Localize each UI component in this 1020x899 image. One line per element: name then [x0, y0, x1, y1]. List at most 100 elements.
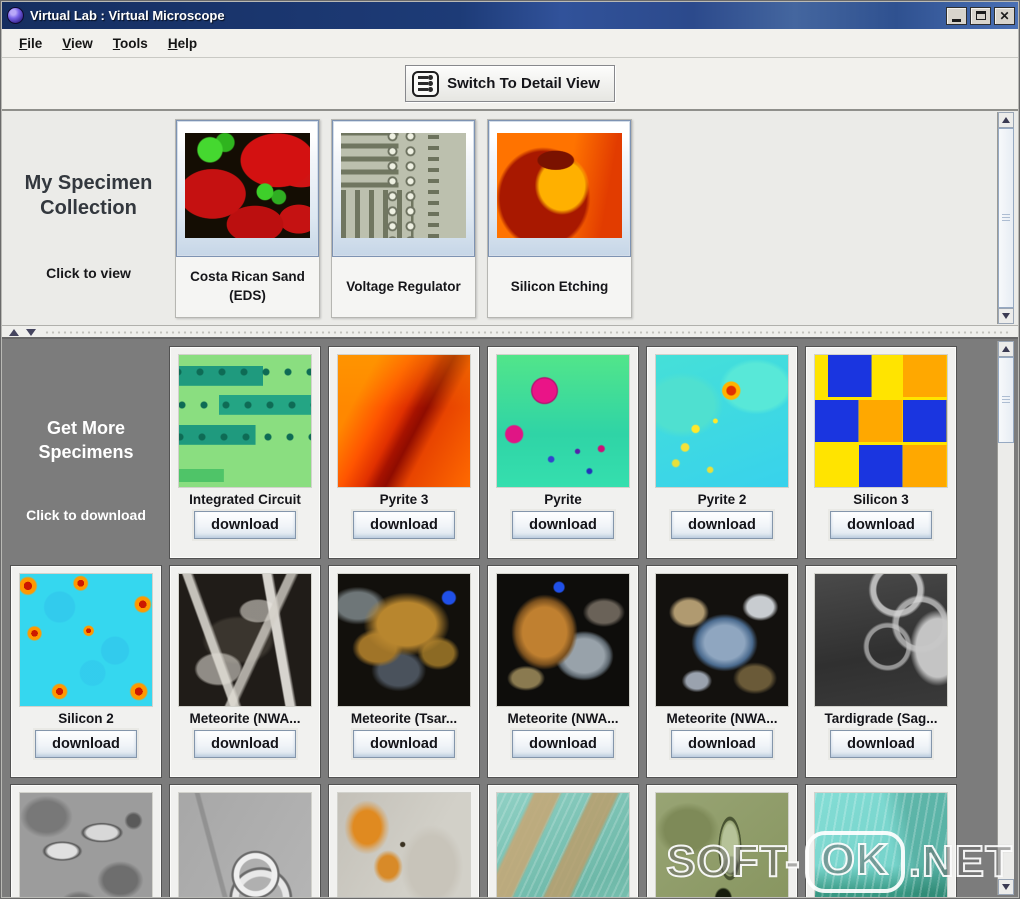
minimize-icon: [952, 18, 961, 22]
scroll-up-button[interactable]: [998, 341, 1014, 357]
divider-texture: [44, 330, 1012, 335]
download-button[interactable]: download: [512, 730, 614, 758]
meteorite-nwa1-image: [178, 573, 312, 707]
specimen-image-button[interactable]: [488, 120, 631, 257]
download-card: Silicon 2 download: [10, 565, 162, 778]
specimen-card[interactable]: Costa Rican Sand (EDS): [175, 119, 320, 318]
download-card-label: Meteorite (NWA...: [507, 711, 619, 726]
collapse-down-icon[interactable]: [26, 329, 36, 336]
download-card: Pyrite 2 download: [646, 346, 798, 559]
download-card-label: Pyrite 3: [379, 492, 429, 507]
specimen-card[interactable]: Voltage Regulator: [331, 119, 476, 318]
teal-tan-image: [496, 792, 630, 897]
collection-title-line2: Collection: [40, 197, 137, 219]
close-button[interactable]: ✕: [994, 6, 1015, 25]
watermark-part2: OK: [804, 831, 905, 893]
specimen-label: Voltage Regulator: [346, 278, 461, 294]
my-specimen-collection-panel: My Specimen Collection Click to view Cos…: [2, 111, 1018, 326]
download-button[interactable]: download: [194, 730, 296, 758]
meteorite-nwa3-image: [655, 573, 789, 707]
minimize-button[interactable]: [946, 6, 967, 25]
collection-scrollbar[interactable]: [997, 112, 1014, 324]
download-button[interactable]: download: [353, 730, 455, 758]
silicon3-image: [814, 354, 948, 488]
download-card: [487, 784, 639, 897]
menu-tools[interactable]: Tools: [103, 31, 158, 56]
title-bar: Virtual Lab : Virtual Microscope ✕: [2, 2, 1018, 29]
integrated-circuit-image: [178, 354, 312, 488]
split-pane-divider[interactable]: [2, 326, 1018, 339]
download-card-label: Silicon 3: [853, 492, 909, 507]
menu-bar: File View Tools Help: [2, 29, 1018, 58]
collection-title: My Specimen Collection: [2, 171, 175, 221]
scrollbar-thumb[interactable]: [998, 128, 1014, 308]
expand-up-icon[interactable]: [9, 329, 19, 336]
voltage-regulator-image: [341, 133, 466, 238]
download-button[interactable]: download: [353, 511, 455, 539]
scrollbar-track[interactable]: [998, 443, 1014, 879]
store-info: Get More Specimens Click to download: [10, 346, 162, 559]
maximize-icon: [975, 11, 986, 20]
download-card: Meteorite (NWA... download: [646, 565, 798, 778]
download-card: Meteorite (NWA... download: [169, 565, 321, 778]
silicon2-image: [19, 573, 153, 707]
store-scrollbar[interactable]: [997, 341, 1014, 895]
download-card-label: Meteorite (NWA...: [666, 711, 778, 726]
meteorite-tsar-image: [337, 573, 471, 707]
costa-rican-sand-image: [185, 133, 310, 238]
store-title-line1: Get More: [46, 418, 125, 438]
store-hint: Click to download: [26, 506, 146, 523]
download-button[interactable]: download: [830, 730, 932, 758]
pyrite2-image: [655, 354, 789, 488]
switch-to-detail-view-button[interactable]: Switch To Detail View: [405, 65, 615, 102]
download-button[interactable]: download: [35, 730, 137, 758]
download-card: Pyrite download: [487, 346, 639, 559]
specimen-card[interactable]: Silicon Etching: [487, 119, 632, 318]
arrow-down-icon: [1002, 313, 1010, 319]
collection-info: My Specimen Collection Click to view: [2, 111, 175, 325]
download-card-label: Meteorite (Tsar...: [350, 711, 458, 726]
download-button[interactable]: download: [671, 730, 773, 758]
arrow-up-icon: [1002, 346, 1010, 352]
download-card-label: Meteorite (NWA...: [189, 711, 301, 726]
download-button[interactable]: download: [512, 511, 614, 539]
store-title: Get More Specimens: [10, 416, 162, 465]
download-button[interactable]: download: [671, 511, 773, 539]
pyrite-image: [496, 354, 630, 488]
pyrite3-image: [337, 354, 471, 488]
scrollbar-thumb[interactable]: [998, 357, 1014, 443]
maximize-button[interactable]: [970, 6, 991, 25]
menu-file[interactable]: File: [9, 31, 52, 56]
arrow-up-icon: [1002, 117, 1010, 123]
app-icon: [7, 7, 24, 24]
silicon-etching-image: [497, 133, 622, 238]
scroll-down-button[interactable]: [998, 308, 1014, 324]
menu-help[interactable]: Help: [158, 31, 207, 56]
download-card-label: Pyrite 2: [697, 492, 747, 507]
meteorite-nwa2-image: [496, 573, 630, 707]
download-button[interactable]: download: [194, 511, 296, 539]
watermark-part1: SOFT-: [665, 836, 801, 887]
specimen-label: Costa Rican Sand (EDS): [190, 269, 305, 303]
collection-title-line1: My Specimen: [24, 172, 153, 194]
close-icon: ✕: [999, 8, 1010, 23]
specimen-image-button[interactable]: [332, 120, 475, 257]
download-button[interactable]: download: [830, 511, 932, 539]
download-card: Meteorite (NWA... download: [487, 565, 639, 778]
download-card: Silicon 3 download: [805, 346, 957, 559]
store-grid: Get More Specimens Click to download Int…: [10, 346, 1018, 897]
collection-cards: Costa Rican Sand (EDS) Voltage Regulator S…: [175, 111, 632, 325]
tardigrade-image: [814, 573, 948, 707]
download-card-label: Tardigrade (Sag...: [824, 711, 938, 726]
download-card: [328, 784, 480, 897]
specimen-image-button[interactable]: [176, 120, 319, 257]
app-window: Virtual Lab : Virtual Microscope ✕ File V…: [0, 0, 1020, 899]
download-card: Pyrite 3 download: [328, 346, 480, 559]
menu-view[interactable]: View: [52, 31, 103, 56]
bacteria-image: [19, 792, 153, 897]
scroll-up-button[interactable]: [998, 112, 1014, 128]
window-title: Virtual Lab : Virtual Microscope: [30, 8, 225, 23]
toolbar: Switch To Detail View: [2, 58, 1018, 111]
watermark-part3: .NET: [908, 836, 1013, 887]
download-card: Tardigrade (Sag... download: [805, 565, 957, 778]
